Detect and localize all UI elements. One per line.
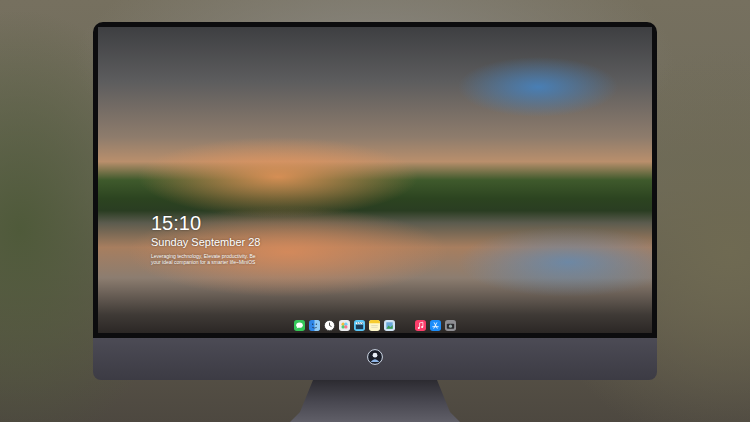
appstore-icon[interactable] bbox=[430, 320, 441, 331]
desktop-background: 15:10Sunday September 28 Leveraging techn… bbox=[0, 0, 750, 422]
brand-logo-icon bbox=[367, 349, 383, 365]
dock-group bbox=[415, 320, 456, 331]
tagline-line: Leveraging technology, Elevate productiv… bbox=[151, 253, 256, 259]
preview-icon[interactable] bbox=[384, 320, 395, 331]
monitor-bezel: 15:10Sunday September 28 Leveraging techn… bbox=[93, 22, 657, 338]
finder-icon[interactable] bbox=[309, 320, 320, 331]
monitor: 15:10Sunday September 28 Leveraging techn… bbox=[93, 22, 657, 422]
messages-icon[interactable] bbox=[294, 320, 305, 331]
dock bbox=[98, 320, 652, 331]
clock-date: Sunday September 28 bbox=[151, 235, 260, 249]
camera-icon[interactable] bbox=[445, 320, 456, 331]
monitor-chin bbox=[93, 338, 657, 380]
photos-icon[interactable] bbox=[339, 320, 350, 331]
music-icon[interactable] bbox=[415, 320, 426, 331]
tagline-line: your ideal companion for a smarter life~… bbox=[151, 259, 256, 265]
monitor-stand bbox=[290, 380, 460, 422]
tagline: Leveraging technology, Elevate productiv… bbox=[151, 253, 256, 265]
lock-info: 15:10Sunday September 28 Leveraging techn… bbox=[98, 211, 652, 265]
clock-time: 15:10 bbox=[151, 211, 201, 235]
notes-icon[interactable] bbox=[369, 320, 380, 331]
screen-wallpaper: 15:10Sunday September 28 Leveraging techn… bbox=[98, 27, 652, 333]
dock-group bbox=[294, 320, 395, 331]
clapper-icon[interactable] bbox=[354, 320, 365, 331]
clock-icon[interactable] bbox=[324, 320, 335, 331]
